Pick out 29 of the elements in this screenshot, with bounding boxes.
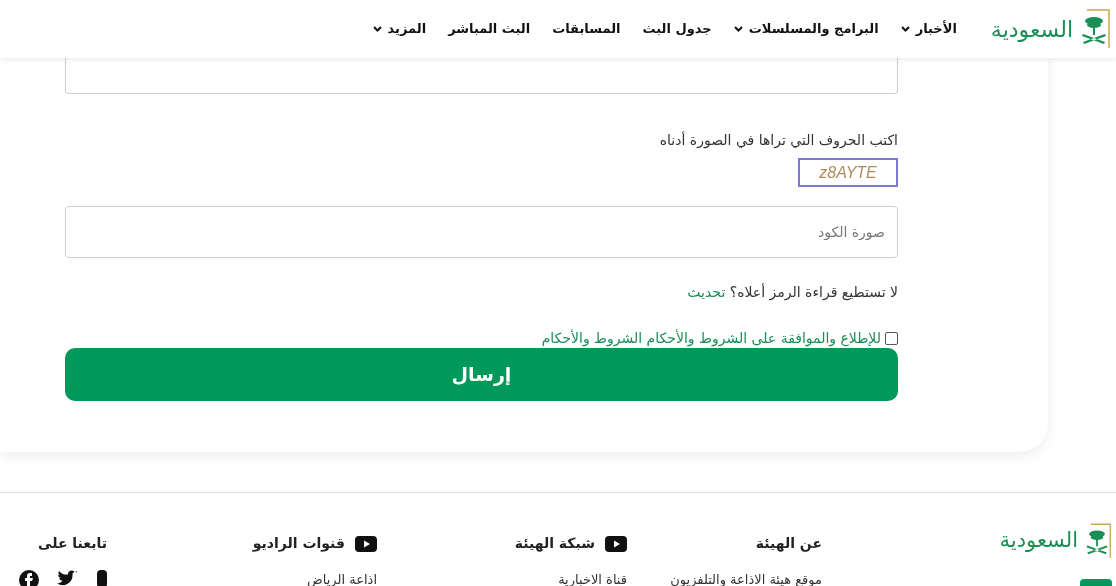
terms-link[interactable]: للإطلاع والموافقة على الشروط والأحكام الشروط والأحكام	[541, 328, 881, 348]
social-icon[interactable]	[97, 570, 107, 586]
nav-link[interactable]: جدول البث	[642, 19, 712, 39]
submit-button[interactable]: إرسال	[65, 348, 898, 401]
code-input-field[interactable]: صورة الكود	[65, 206, 898, 258]
refresh-prompt: لا تستطيع قراءة الرمز أعلاه؟	[729, 284, 898, 300]
nav-link[interactable]: البث المباشر	[448, 19, 531, 39]
column-heading: شبكة الهيئة	[514, 534, 595, 554]
chevron-down-icon	[900, 26, 910, 32]
text-field[interactable]	[65, 58, 898, 94]
column-heading: عن الهيئة	[755, 534, 822, 554]
logo-text[interactable]: السعودية	[990, 12, 1073, 46]
terms-checkbox[interactable]	[885, 331, 898, 345]
column-heading: تابعنا على	[37, 534, 107, 553]
refresh-link[interactable]: تحديث	[687, 284, 726, 300]
nav-link[interactable]: المزيد	[372, 19, 427, 39]
video-play-icon	[605, 535, 627, 552]
facebook-icon[interactable]	[19, 570, 39, 586]
chevron-down-icon	[733, 26, 743, 32]
captcha-label: اكتب الحروف التي تراها في الصورة أدناه	[658, 130, 898, 150]
nav-link[interactable]: البرامج والمسلسلات	[733, 19, 879, 39]
nav-link[interactable]: الأخبار	[900, 19, 957, 39]
nav-link[interactable]: المسابقات	[552, 19, 621, 39]
video-play-icon	[355, 535, 377, 552]
captcha-image: z8AYTE	[798, 158, 898, 187]
chevron-down-icon	[372, 26, 382, 32]
logo-text[interactable]: السعودية	[999, 525, 1078, 557]
bird-icon[interactable]	[57, 570, 79, 586]
column-heading: قنوات الراديو	[252, 534, 345, 554]
